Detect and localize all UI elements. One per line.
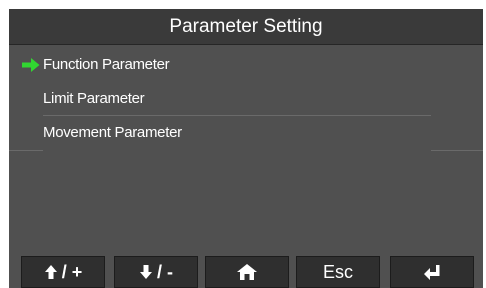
down-minus-symbol: / - (157, 261, 173, 282)
softkey-bar: / + / - Esc (9, 256, 483, 288)
enter-button[interactable] (390, 256, 474, 288)
menu-item-function-parameter[interactable]: Function Parameter (9, 50, 483, 84)
home-button[interactable] (205, 256, 289, 288)
up-plus-symbol: / + (61, 261, 83, 282)
menu-item-limit-parameter[interactable]: Limit Parameter (9, 84, 483, 118)
menu-item-label: Movement Parameter (43, 124, 182, 141)
enter-return-icon (424, 265, 440, 280)
down-arrow-icon (140, 265, 152, 279)
menu-divider (43, 115, 431, 116)
esc-label: Esc (322, 261, 353, 282)
parameter-screen: Parameter Setting Function Parameter Lim… (9, 9, 483, 288)
up-arrow-icon (44, 265, 57, 279)
selection-arrow-icon (22, 58, 40, 72)
menu-item-label: Limit Parameter (43, 90, 145, 107)
esc-button[interactable]: Esc (296, 256, 380, 288)
down-minus-button[interactable]: / - (114, 256, 198, 288)
up-plus-button[interactable]: / + (21, 256, 105, 288)
menu-divider (431, 150, 483, 151)
parameter-menu: Function Parameter Limit Parameter Movem… (9, 50, 483, 152)
menu-divider (9, 150, 43, 151)
screen-title: Parameter Setting (9, 9, 483, 45)
home-icon (237, 264, 257, 280)
menu-item-label: Function Parameter (43, 56, 170, 73)
menu-item-movement-parameter[interactable]: Movement Parameter (9, 118, 483, 152)
